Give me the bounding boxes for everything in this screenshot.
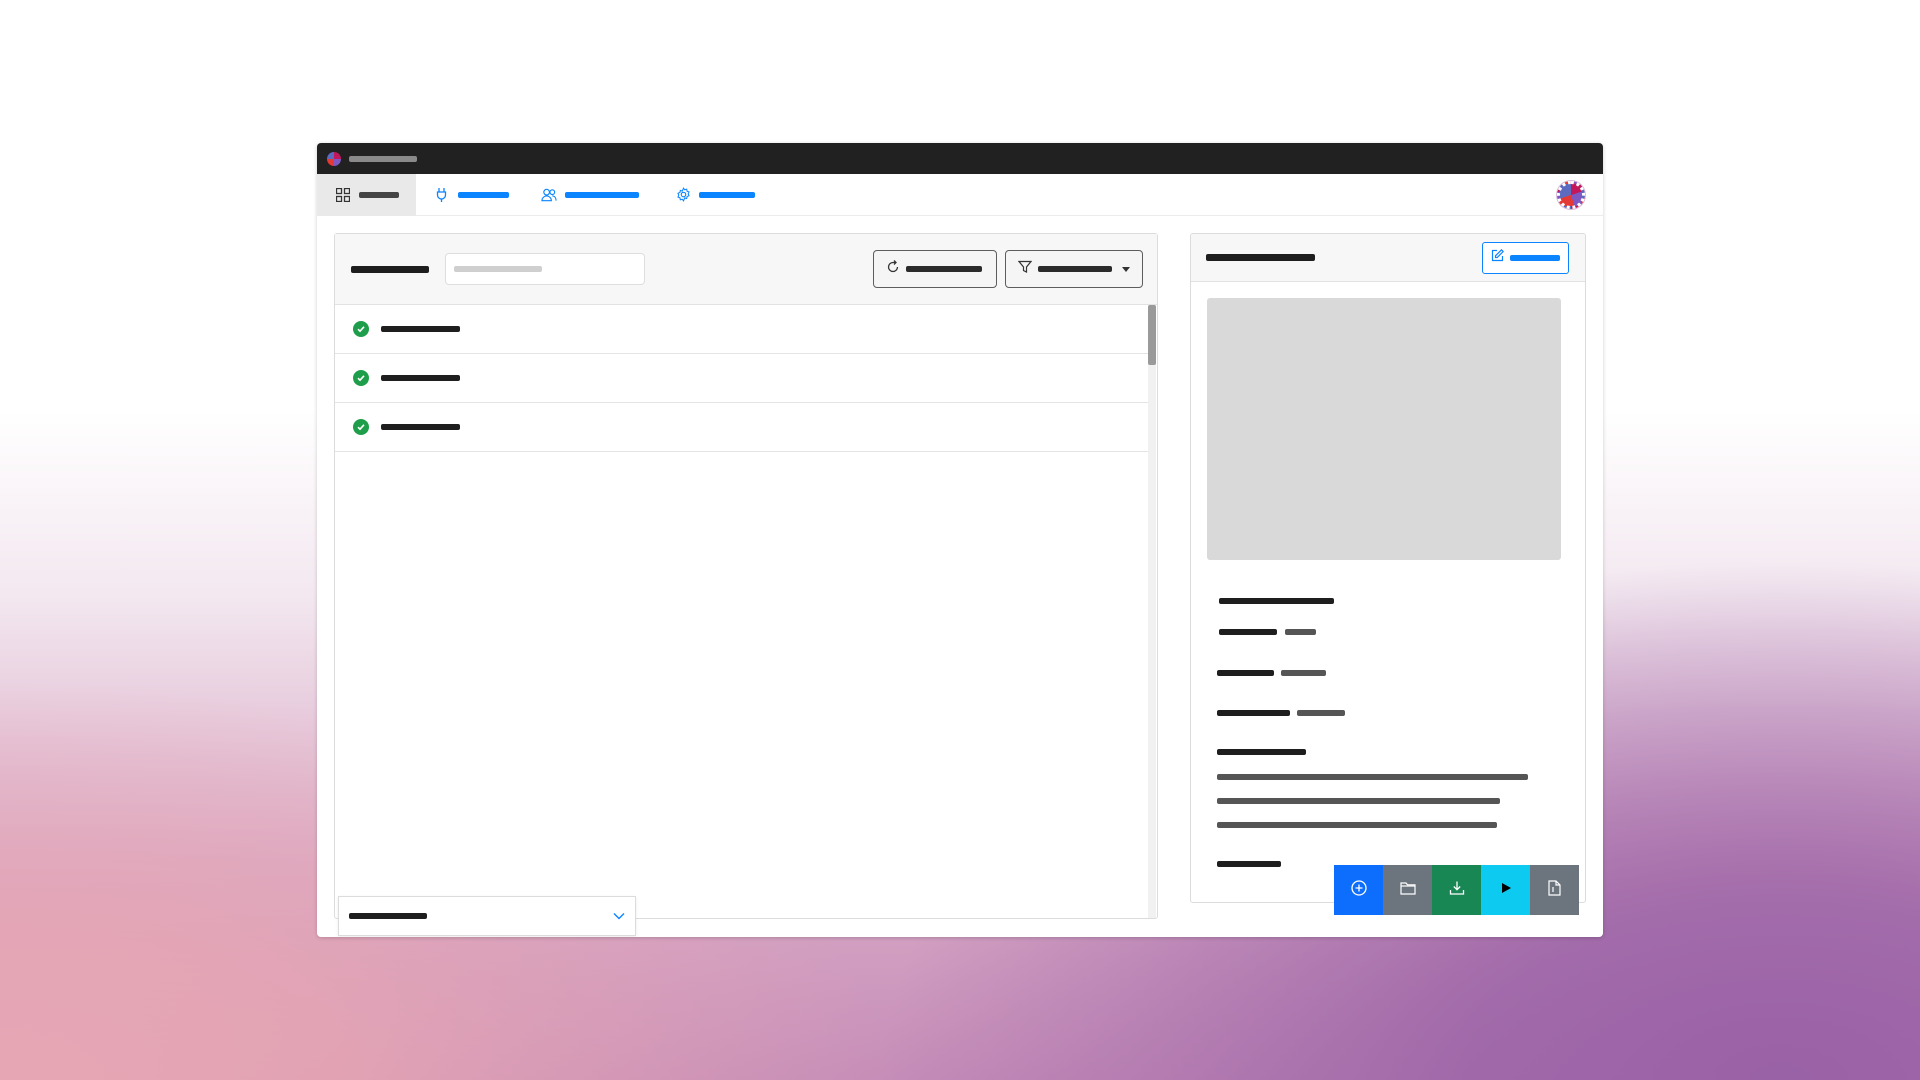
list-item-label <box>381 375 460 381</box>
add-button[interactable] <box>1334 865 1383 915</box>
caret-down-icon <box>1122 266 1130 272</box>
app-window <box>317 143 1603 937</box>
list-item[interactable] <box>335 354 1149 403</box>
gear-icon <box>675 187 691 203</box>
tab-label <box>359 191 399 198</box>
field-label <box>1217 710 1290 716</box>
tab-users[interactable] <box>525 174 655 216</box>
tab-dashboard[interactable] <box>317 173 416 216</box>
list-scrollbar[interactable] <box>1148 305 1156 918</box>
refresh-icon <box>886 259 900 279</box>
list-panel <box>334 233 1158 919</box>
chevron-down-icon <box>613 907 625 925</box>
plug-icon <box>434 187 450 203</box>
detail-name <box>1219 598 1334 604</box>
field-label <box>1217 670 1274 676</box>
item-list <box>335 305 1149 452</box>
play-icon <box>1500 881 1512 899</box>
check-circle-icon <box>353 419 369 435</box>
users-icon <box>541 187 557 203</box>
title-bar <box>317 143 1603 174</box>
scrollbar-thumb[interactable] <box>1148 305 1156 365</box>
filter-icon <box>1017 260 1033 279</box>
edit-button[interactable] <box>1482 242 1569 274</box>
window-title <box>349 155 417 162</box>
plus-circle-icon <box>1350 879 1367 901</box>
run-button[interactable] <box>1481 865 1530 915</box>
edit-button-label <box>1510 255 1560 261</box>
footer-select[interactable] <box>338 896 636 936</box>
image-placeholder <box>1207 298 1561 560</box>
tab-label <box>565 191 639 198</box>
list-panel-header <box>335 234 1157 305</box>
filter-button[interactable] <box>1005 250 1143 288</box>
refresh-button-label <box>906 266 982 272</box>
filter-button-label <box>1038 266 1112 272</box>
folder-icon <box>1399 881 1416 900</box>
app-logo-icon <box>327 151 341 166</box>
description-label <box>1217 749 1306 755</box>
field-value <box>1285 629 1316 635</box>
field-label <box>1219 629 1277 635</box>
list-panel-title <box>351 265 429 273</box>
check-circle-icon <box>353 370 369 386</box>
document-button[interactable] <box>1530 865 1579 915</box>
tab-label <box>699 191 755 198</box>
detail-panel <box>1190 233 1586 903</box>
user-avatar[interactable] <box>1557 181 1585 209</box>
edit-icon <box>1491 248 1505 267</box>
detail-footer-label <box>1217 861 1281 867</box>
check-circle-icon <box>353 321 369 337</box>
grid-icon <box>335 187 351 203</box>
field-value <box>1281 670 1326 676</box>
tab-plugins[interactable] <box>416 174 525 216</box>
top-navbar <box>317 173 1603 216</box>
download-icon <box>1449 880 1465 901</box>
list-item-label <box>381 424 460 430</box>
download-button[interactable] <box>1432 865 1481 915</box>
search-placeholder <box>454 266 542 272</box>
search-input[interactable] <box>445 253 645 285</box>
open-folder-button[interactable] <box>1383 865 1432 915</box>
tab-settings[interactable] <box>655 174 771 216</box>
description-line <box>1217 798 1500 804</box>
footer-select-value <box>349 913 427 919</box>
list-item[interactable] <box>335 403 1149 452</box>
list-item-label <box>381 326 460 332</box>
file-icon <box>1548 879 1561 901</box>
tab-label <box>458 191 509 198</box>
detail-panel-title <box>1206 254 1315 261</box>
refresh-button[interactable] <box>873 250 997 288</box>
detail-panel-header <box>1191 234 1585 282</box>
list-item[interactable] <box>335 305 1149 354</box>
action-bar <box>1334 865 1579 915</box>
field-value <box>1297 710 1345 716</box>
description-line <box>1217 822 1497 828</box>
description-line <box>1217 774 1528 780</box>
